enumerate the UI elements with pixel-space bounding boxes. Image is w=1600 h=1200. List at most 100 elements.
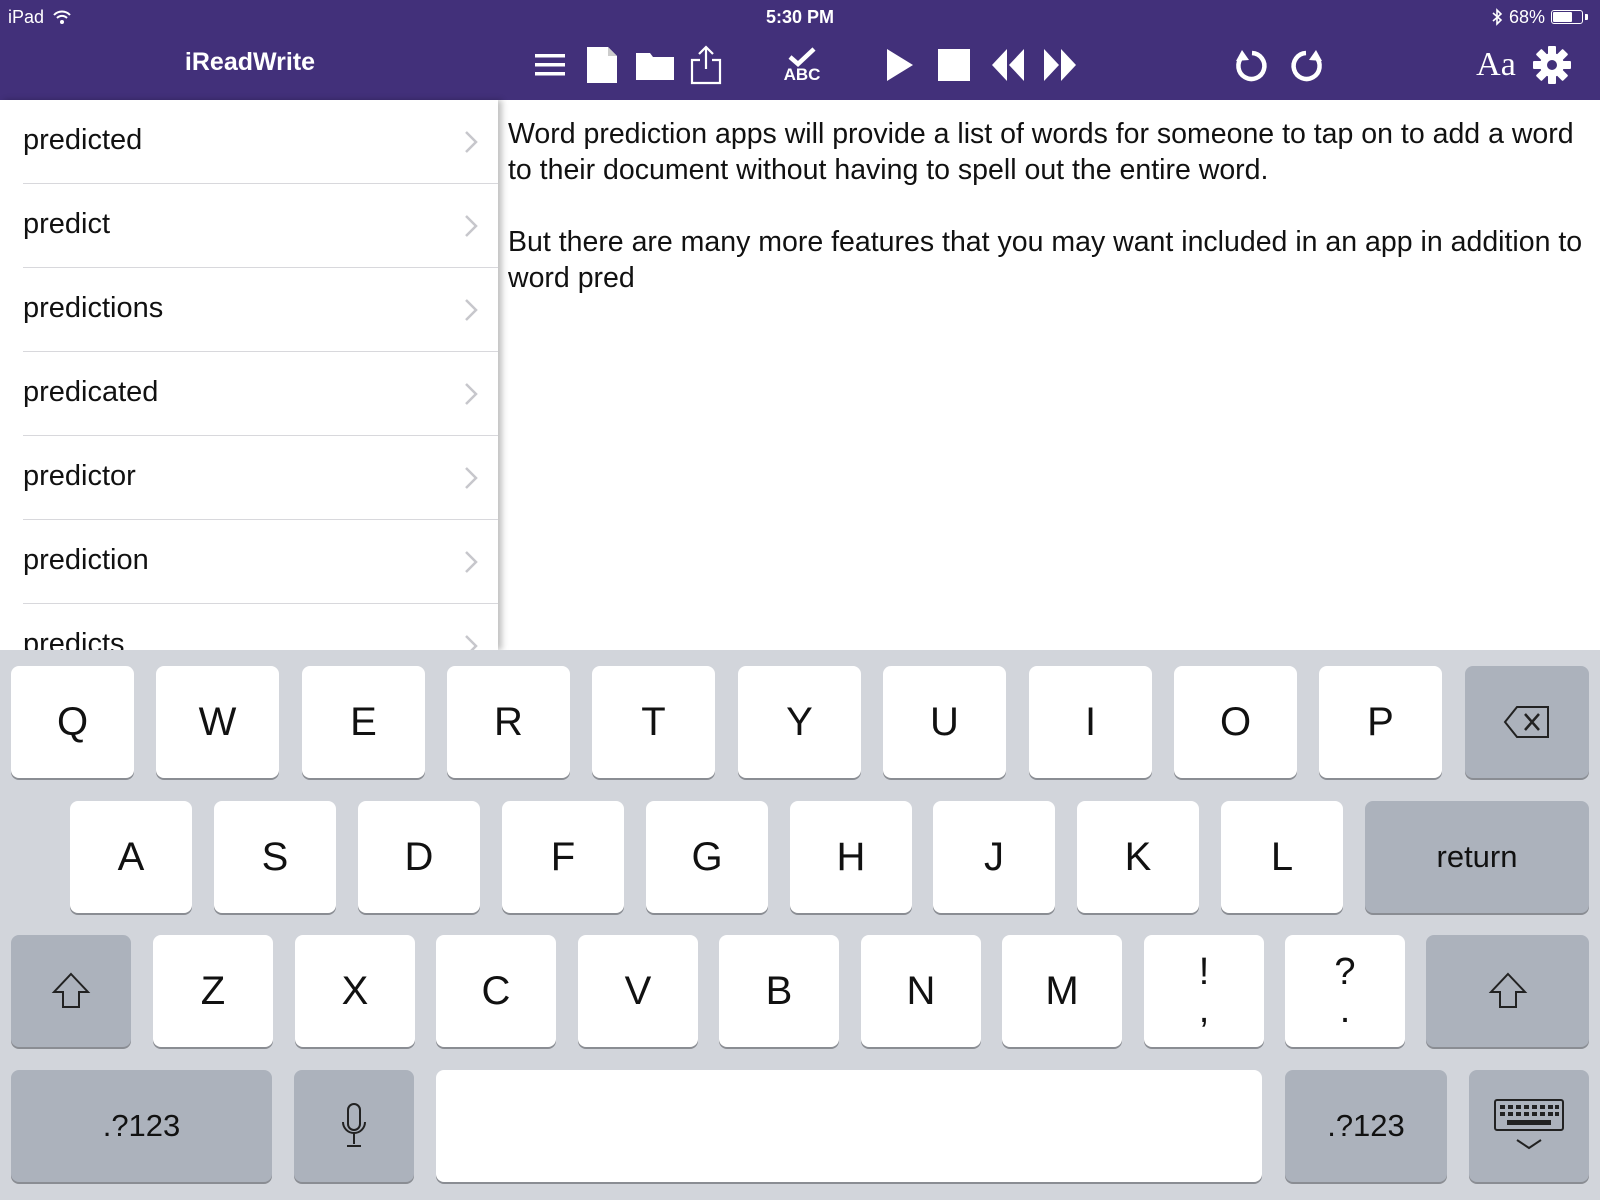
hide-keyboard-key[interactable] — [1469, 1070, 1589, 1182]
list-item[interactable]: predictions — [23, 268, 498, 352]
share-icon — [690, 45, 722, 85]
key-n[interactable]: N — [861, 935, 981, 1047]
key-t[interactable]: T — [592, 666, 715, 778]
hide-keyboard-icon — [1494, 1099, 1564, 1150]
backspace-icon — [1503, 706, 1549, 738]
chevron-right-icon — [465, 383, 478, 405]
status-right: 68% — [1491, 6, 1588, 28]
key-top-char: ? — [1334, 951, 1356, 993]
bluetooth-icon — [1492, 8, 1503, 26]
shift-key-right[interactable] — [1426, 935, 1589, 1047]
key-v[interactable]: V — [578, 935, 698, 1047]
key-e[interactable]: E — [302, 666, 425, 778]
list-item[interactable]: predicated — [23, 352, 498, 436]
list-item-label: predictor — [23, 460, 136, 492]
list-item[interactable]: predictor — [23, 436, 498, 520]
list-item[interactable]: prediction — [23, 520, 498, 604]
list-item-label: predicated — [23, 376, 159, 408]
folder-icon — [636, 53, 674, 80]
key-g[interactable]: G — [646, 801, 768, 913]
menu-icon — [535, 54, 565, 76]
settings-icon — [1533, 46, 1571, 84]
key-f[interactable]: F — [502, 801, 624, 913]
list-item-label: predict — [23, 208, 111, 240]
key-d[interactable]: D — [358, 801, 480, 913]
numbers-key-right[interactable]: .?123 — [1285, 1070, 1447, 1182]
numbers-key-left[interactable]: .?123 — [11, 1070, 272, 1182]
key-h[interactable]: H — [790, 801, 912, 913]
key-r[interactable]: R — [447, 666, 570, 778]
list-item-label: prediction — [23, 544, 149, 576]
key-w[interactable]: W — [156, 666, 279, 778]
chevron-right-icon — [465, 131, 478, 153]
key-b[interactable]: B — [719, 935, 839, 1047]
undo-button[interactable] — [1232, 42, 1272, 88]
chevron-right-icon — [465, 299, 478, 321]
word-prediction-list: predicted predict predictions predicated… — [0, 100, 498, 650]
chevron-right-icon — [465, 215, 478, 237]
undo-icon — [1236, 50, 1267, 82]
document-text[interactable]: Word prediction apps will provide a list… — [508, 116, 1588, 296]
key-s[interactable]: S — [214, 801, 336, 913]
key-u[interactable]: U — [883, 666, 1006, 778]
list-item-label: predictions — [23, 292, 164, 324]
key-p[interactable]: P — [1319, 666, 1442, 778]
key-exclaim-comma[interactable]: ! , — [1144, 935, 1264, 1047]
battery-tip — [1585, 14, 1588, 20]
key-x[interactable]: X — [295, 935, 415, 1047]
redo-icon — [1291, 50, 1322, 82]
key-z[interactable]: Z — [153, 935, 273, 1047]
shift-icon — [1488, 972, 1527, 1008]
font-icon: Aa — [1476, 46, 1516, 83]
chevron-right-icon — [465, 467, 478, 489]
battery-icon — [1551, 10, 1583, 24]
play-button[interactable] — [882, 42, 918, 88]
open-folder-button[interactable] — [634, 42, 676, 88]
list-item[interactable]: predicted — [23, 100, 498, 184]
key-l[interactable]: L — [1221, 801, 1343, 913]
spell-check-button[interactable]: ABC — [778, 42, 826, 88]
menu-button[interactable] — [530, 42, 570, 88]
dictation-key[interactable] — [294, 1070, 414, 1182]
key-i[interactable]: I — [1029, 666, 1152, 778]
stop-button[interactable] — [936, 42, 972, 88]
font-button[interactable]: Aa — [1474, 42, 1518, 88]
shift-key-left[interactable] — [11, 935, 131, 1047]
space-bar[interactable] — [436, 1070, 1262, 1182]
key-bottom-char: . — [1339, 989, 1351, 1031]
app-title: iReadWrite — [184, 48, 316, 76]
key-question-period[interactable]: ? . — [1285, 935, 1405, 1047]
shift-icon — [51, 972, 91, 1008]
return-key[interactable]: return — [1365, 801, 1589, 913]
battery-percent: 68% — [1508, 7, 1545, 27]
key-k[interactable]: K — [1077, 801, 1199, 913]
top-bar: iPad 5:30 PM 68% iReadWrite ABC Aa — [0, 0, 1600, 100]
settings-button[interactable] — [1530, 42, 1574, 88]
status-time: 5:30 PM — [765, 7, 835, 27]
redo-button[interactable] — [1286, 42, 1326, 88]
key-y[interactable]: Y — [738, 666, 861, 778]
list-item-label: predicted — [23, 124, 143, 156]
onscreen-keyboard: Q W E R T Y U I O P A S D F G H J K L re… — [0, 650, 1600, 1200]
new-document-button[interactable] — [584, 42, 620, 88]
stop-icon — [938, 49, 970, 81]
key-o[interactable]: O — [1174, 666, 1297, 778]
document-editor[interactable]: Word prediction apps will provide a list… — [500, 100, 1600, 650]
key-m[interactable]: M — [1002, 935, 1122, 1047]
chevron-right-icon — [465, 635, 478, 650]
fast-forward-icon — [1044, 49, 1076, 81]
list-item[interactable]: predicts — [23, 604, 498, 650]
play-icon — [887, 49, 913, 81]
delete-key[interactable] — [1465, 666, 1589, 778]
key-j[interactable]: J — [933, 801, 1055, 913]
new-document-icon — [587, 47, 617, 83]
list-item-label: predicts — [23, 628, 125, 650]
key-c[interactable]: C — [436, 935, 556, 1047]
fast-forward-button[interactable] — [1040, 42, 1080, 88]
key-a[interactable]: A — [70, 801, 192, 913]
chevron-right-icon — [465, 551, 478, 573]
list-item[interactable]: predict — [23, 184, 498, 268]
rewind-button[interactable] — [988, 42, 1028, 88]
share-button[interactable] — [688, 42, 724, 88]
key-q[interactable]: Q — [11, 666, 134, 778]
